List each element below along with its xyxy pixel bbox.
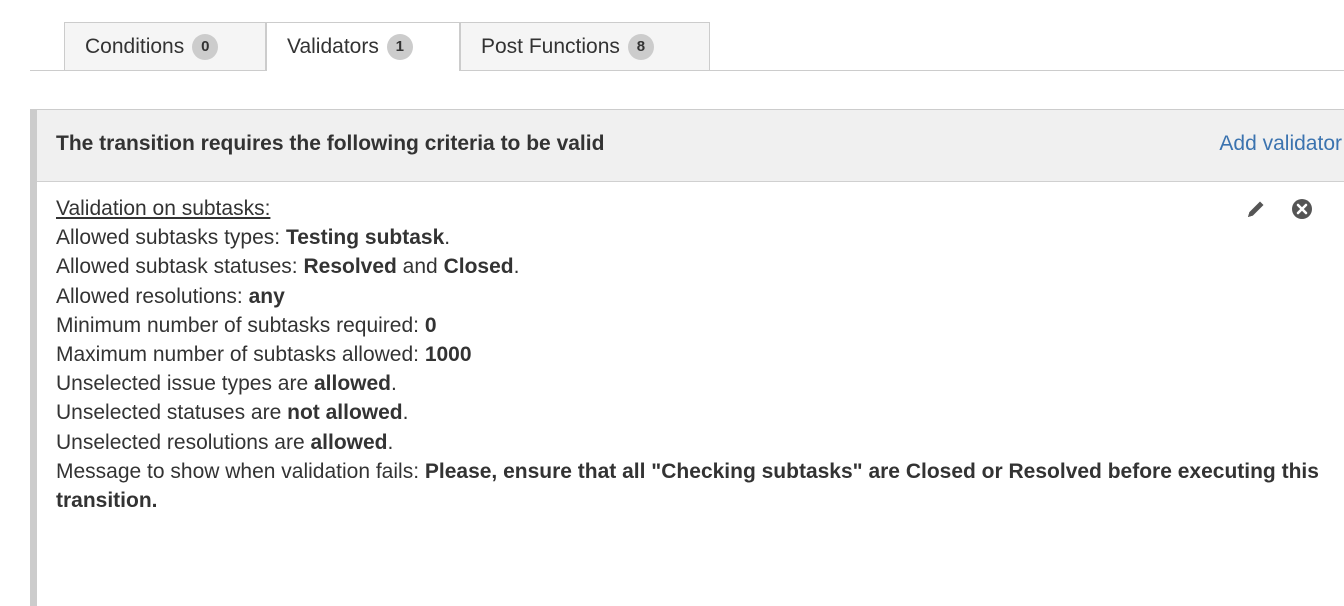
line-value: any [248,284,285,308]
validator-line: Minimum number of subtasks required: 0 [56,311,1342,340]
message-label: Message to show when validation fails: [56,459,425,483]
validator-line: Allowed subtask statuses: Resolved and C… [56,252,1342,281]
validator-line: Allowed subtasks types: Testing subtask. [56,223,1342,252]
line-label: Allowed resolutions: [56,284,249,308]
workflow-transition-page: Conditions 0 Validators 1 Post Functions… [0,0,1344,606]
validator-heading-text: Validation on subtasks: [56,197,271,220]
line-value: Closed [443,255,514,279]
validator-line: Unselected statuses are not allowed. [56,398,1342,427]
line-label: Maximum number of subtasks allowed: [56,343,425,367]
line-value: not allowed [287,401,403,425]
line-value: Testing subtask [285,226,445,250]
count-badge: 8 [627,33,654,60]
line-label: Unselected resolutions are [56,430,311,454]
line-value: 1000 [424,343,472,367]
validator-line: Allowed resolutions: any [56,282,1342,311]
line-value: allowed [313,372,391,396]
line-suffix: . [391,372,397,396]
transition-tabs: Conditions 0 Validators 1 Post Functions… [30,22,1344,71]
line-suffix: . [444,226,451,250]
line-value: allowed [310,430,388,454]
validator-line: Unselected issue types are allowed. [56,369,1342,398]
validator-line: Maximum number of subtasks allowed: 1000 [56,340,1342,369]
tab-label: Conditions [85,34,185,58]
count-badge: 0 [192,33,219,60]
tab-post-functions[interactable]: Post Functions 8 [460,22,710,70]
line-label: Unselected statuses are [56,401,288,425]
line-label: Unselected issue types are [56,372,314,396]
line-label: Minimum number of subtasks required: [56,313,425,337]
panel-header: The transition requires the following cr… [37,110,1344,182]
count-badge: 1 [386,34,413,60]
line-suffix: . [387,430,394,454]
validator-line: Unselected resolutions are allowed. [56,428,1342,457]
tab-label: Validators [287,35,379,58]
line-suffix: . [402,401,409,425]
tab-label: Post Functions [481,34,620,58]
line-mid: and [396,255,444,279]
line-suffix: . [513,255,520,279]
validator-heading: Validation on subtasks: [56,194,1342,223]
line-label: Allowed subtasks types: [56,226,286,250]
validator-description: Validation on subtasks: Allowed subtasks… [56,194,1342,515]
validator-message: Message to show when validation fails: P… [56,457,1342,515]
line-value: Resolved [303,255,397,279]
add-validator-link[interactable]: Add validator [1219,132,1342,156]
panel-title: The transition requires the following cr… [56,132,605,155]
validators-panel: The transition requires the following cr… [30,109,1344,606]
line-label: Allowed subtask statuses: [56,255,304,279]
line-value: 0 [424,313,437,337]
tab-validators[interactable]: Validators 1 [266,22,460,71]
tab-conditions[interactable]: Conditions 0 [64,22,266,70]
